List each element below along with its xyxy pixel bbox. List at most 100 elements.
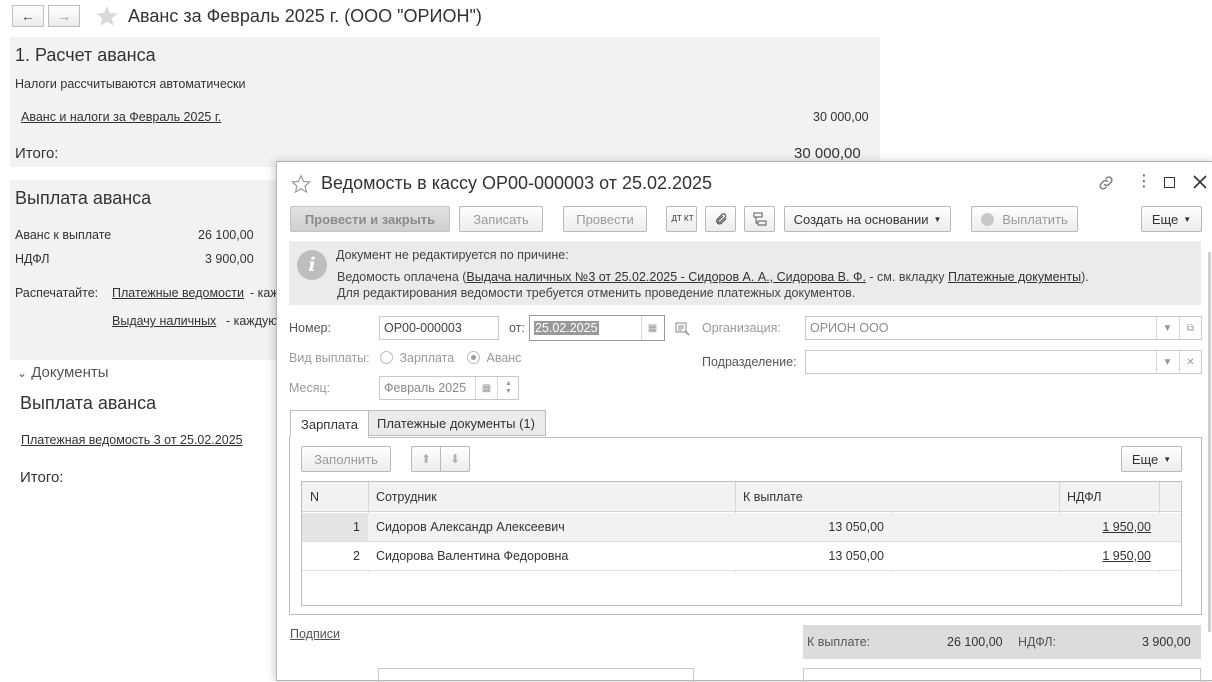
advance-taxes-link[interactable]: Аванс и налоги за Февраль 2025 г. xyxy=(21,110,221,124)
post-button[interactable]: Провести xyxy=(563,206,647,232)
footer-to-pay-value: 26 100,00 xyxy=(947,635,1003,649)
attach-button[interactable] xyxy=(705,206,736,232)
calendar-icon[interactable]: ▦ xyxy=(475,377,497,399)
comment-field[interactable] xyxy=(378,668,694,682)
move-down-button[interactable]: ⬇ xyxy=(440,446,470,472)
calendar-icon[interactable]: ▦ xyxy=(641,316,663,340)
section1-heading: 1. Расчет аванса xyxy=(15,45,156,65)
department-field[interactable]: ▼ ✕ xyxy=(805,350,1202,374)
grid-more-button[interactable]: Еще ▼ xyxy=(1121,446,1182,472)
paytype-label: Вид выплаты: xyxy=(289,351,370,365)
col-employee-header[interactable]: Сотрудник xyxy=(368,482,735,511)
section2-heading: Выплата аванса xyxy=(15,188,152,208)
number-label: Номер: xyxy=(289,321,331,335)
move-up-button[interactable]: ⬆ xyxy=(411,446,441,472)
create-based-on-button[interactable]: Создать на основании ▼ xyxy=(784,206,951,232)
dtkt-button[interactable]: ДТ КТ xyxy=(666,206,697,232)
create-based-on-label: Создать на основании xyxy=(793,211,929,227)
more-label: Еще xyxy=(1151,211,1179,227)
month-stepper[interactable]: ▲ ▼ xyxy=(497,377,519,399)
grid-more-label: Еще xyxy=(1131,451,1159,467)
forward-button[interactable]: → xyxy=(48,5,80,27)
payment-sheet-window: Ведомость в кассу ОР00-000003 от 25.02.2… xyxy=(276,161,1212,682)
month-value: Февраль 2025 xyxy=(384,381,467,395)
row-employee: Сидоров Александр Алексеевич xyxy=(376,520,565,534)
documents-total-label: Итого: xyxy=(20,469,64,486)
documents-toggle[interactable]: ⌄ Документы xyxy=(17,364,109,381)
tab-payment-documents[interactable]: Платежные документы (1) xyxy=(366,410,546,436)
advance-label: Аванс к выплате xyxy=(15,228,112,242)
scrollbar[interactable] xyxy=(1208,252,1211,632)
section1-total-label: Итого: xyxy=(15,145,59,162)
clear-icon[interactable]: ✕ xyxy=(1179,351,1201,373)
cash-issue-link[interactable]: Выдачу наличных xyxy=(112,314,216,328)
footer-to-pay-label: К выплате: xyxy=(807,635,871,649)
maximize-icon[interactable] xyxy=(1164,177,1175,188)
caret-down-icon: ▼ xyxy=(933,214,942,224)
pay-label: Выплатить xyxy=(1002,211,1068,227)
footer-ndfl-label: НДФЛ: xyxy=(1018,635,1056,649)
structure-button[interactable] xyxy=(744,206,775,232)
row-ndfl-link[interactable]: 1 950,00 xyxy=(1059,513,1159,541)
more-button[interactable]: Еще ▼ xyxy=(1141,206,1202,232)
info-panel: i Документ не редактируется по причине: … xyxy=(289,241,1201,305)
documents-section: ⌄ Документы Выплата аванса Платежная вед… xyxy=(10,360,280,500)
radio-icon xyxy=(380,351,393,364)
star-icon[interactable] xyxy=(94,4,120,28)
post-and-close-button[interactable]: Провести и закрыть xyxy=(290,206,450,232)
background-title: Аванс за Февраль 2025 г. (ООО "ОРИОН") xyxy=(128,6,482,26)
table-row[interactable]: 2 Сидорова Валентина Федоровна 13 050,00… xyxy=(302,542,1181,571)
paytype-salary-option[interactable]: Зарплата xyxy=(380,351,454,365)
back-button[interactable]: ← xyxy=(12,5,44,27)
col-n-header[interactable]: N xyxy=(302,482,368,511)
more-vertical-icon[interactable]: ⋮ xyxy=(1136,174,1152,190)
number-field[interactable]: ОР00-000003 xyxy=(379,316,499,340)
organization-field[interactable]: ОРИОН ООО ▼ ⧉ xyxy=(805,316,1202,340)
date-label: от: xyxy=(509,321,525,335)
section1-note: Налоги рассчитываются автоматически xyxy=(15,77,246,91)
totals-panel: К выплате: 26 100,00 НДФЛ: 3 900,00 xyxy=(803,625,1201,659)
cash-issue-doc-link[interactable]: Выдача наличных №3 от 25.02.2025 - Сидор… xyxy=(466,270,866,284)
row-to-pay: 13 050,00 xyxy=(828,520,884,534)
section1-total-value: 30 000,00 xyxy=(794,145,861,162)
dropdown-icon[interactable]: ▼ xyxy=(1156,317,1178,339)
col-ndfl-header[interactable]: НДФЛ xyxy=(1059,482,1159,511)
month-field[interactable]: Февраль 2025 ▦ ▲ ▼ xyxy=(379,376,519,400)
fill-button[interactable]: Заполнить xyxy=(301,446,391,472)
info-line2-prefix: Ведомость оплачена ( xyxy=(337,270,467,284)
row-n: 1 xyxy=(302,513,368,541)
ndfl-label: НДФЛ xyxy=(15,252,50,266)
date-field[interactable]: 25.02.2025 ▦ xyxy=(529,315,665,341)
col-to-pay-header[interactable]: К выплате xyxy=(735,482,1059,511)
organization-value: ОРИОН ООО xyxy=(810,321,889,335)
radio-selected-icon xyxy=(467,351,480,364)
window-title: Ведомость в кассу ОР00-000003 от 25.02.2… xyxy=(321,173,713,193)
advance-calc-panel: 1. Расчет аванса Налоги рассчитываются а… xyxy=(10,37,880,167)
tab-salary[interactable]: Зарплата xyxy=(290,410,369,438)
organization-label: Организация: xyxy=(702,321,781,335)
payment-sheet-doc-link[interactable]: Платежная ведомость 3 от 25.02.2025 xyxy=(21,433,243,447)
history-icon[interactable] xyxy=(675,322,691,336)
documents-heading: Выплата аванса xyxy=(20,393,157,413)
caret-down-icon: ▼ xyxy=(1183,214,1192,224)
responsible-field[interactable] xyxy=(803,668,1201,682)
close-icon[interactable] xyxy=(1193,175,1207,189)
info-line1: Документ не редактируется по причине: xyxy=(336,248,569,262)
table-row[interactable]: 1 Сидоров Александр Алексеевич 13 050,00… xyxy=(302,513,1181,542)
paytype-advance-option[interactable]: Аванс xyxy=(467,351,521,365)
star-outline-icon[interactable] xyxy=(291,174,311,194)
date-value: 25.02.2025 xyxy=(534,321,599,335)
dropdown-icon[interactable]: ▼ xyxy=(1156,351,1178,373)
signatures-link[interactable]: Подписи xyxy=(290,627,340,641)
print-suffix-2: - каждую xyxy=(226,314,278,328)
row-ndfl-link[interactable]: 1 950,00 xyxy=(1059,542,1159,570)
payment-docs-tab-link[interactable]: Платежные документы xyxy=(948,270,1081,284)
pay-button[interactable]: Выплатить xyxy=(971,206,1078,232)
link-icon[interactable] xyxy=(1097,174,1115,192)
open-icon[interactable]: ⧉ xyxy=(1179,317,1201,339)
save-button[interactable]: Записать xyxy=(459,206,543,232)
payment-sheets-link[interactable]: Платежные ведомости xyxy=(112,286,244,300)
row-n: 2 xyxy=(353,549,360,563)
print-label: Распечатайте: xyxy=(15,286,99,300)
row-to-pay: 13 050,00 xyxy=(828,549,884,563)
